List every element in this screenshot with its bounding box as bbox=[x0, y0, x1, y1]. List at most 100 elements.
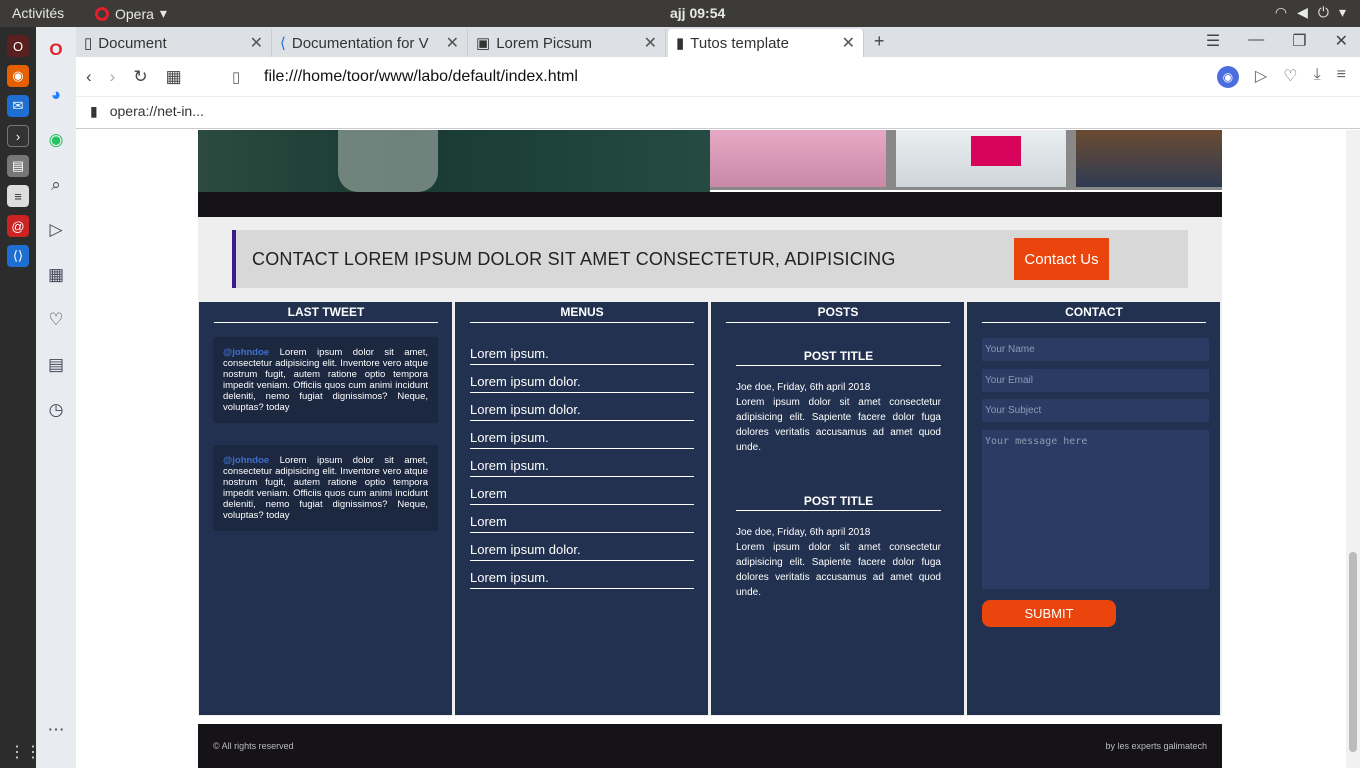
gallery-image[interactable] bbox=[1076, 130, 1222, 187]
close-icon[interactable]: ✕ bbox=[842, 33, 855, 53]
tab-label: Lorem Picsum bbox=[496, 34, 593, 52]
thunderbird-icon[interactable]: ✉ bbox=[7, 95, 29, 117]
whatsapp-icon[interactable]: ◉ bbox=[36, 117, 76, 162]
minimize-icon[interactable]: — bbox=[1248, 31, 1264, 51]
menu-link[interactable]: Lorem ipsum. bbox=[470, 346, 694, 365]
os-dock: O ◉ ✉ › ▤ ≡ @ ⟨⟩ ⋮⋮ bbox=[0, 27, 41, 768]
submit-button[interactable]: SUBMIT bbox=[982, 600, 1116, 627]
gallery-image[interactable] bbox=[710, 130, 886, 187]
speed-dial-icon[interactable]: ▦ bbox=[36, 252, 76, 297]
contact-us-button[interactable]: Contact Us bbox=[1014, 238, 1109, 280]
page-icon: ▮ bbox=[90, 103, 98, 119]
easy-setup-icon[interactable]: ≡ bbox=[1337, 66, 1346, 88]
message-field[interactable]: Your message here bbox=[982, 430, 1209, 589]
gallery-thumbnails bbox=[710, 130, 1222, 190]
close-icon[interactable]: ✕ bbox=[446, 33, 459, 53]
menu-link[interactable]: Lorem ipsum dolor. bbox=[470, 374, 694, 393]
new-tab-button[interactable]: + bbox=[874, 31, 885, 52]
menu-link[interactable]: Lorem ipsum dolor. bbox=[470, 542, 694, 561]
menu-link[interactable]: Lorem bbox=[470, 514, 694, 533]
post-item: POST TITLE Joe doe, Friday, 6th april 20… bbox=[736, 349, 941, 455]
credits-text: by les experts galimatech bbox=[1105, 741, 1207, 751]
column-title: MENUS bbox=[470, 305, 694, 323]
download-icon[interactable]: ⤓ bbox=[1314, 66, 1321, 88]
tab-menu-icon[interactable]: ☰ bbox=[1206, 31, 1220, 51]
tweet-handle[interactable]: @johndoe bbox=[223, 347, 269, 358]
name-field[interactable]: Your Name bbox=[982, 338, 1209, 361]
copyright-footer: © All rights reserved by les experts gal… bbox=[198, 724, 1222, 768]
forward-icon[interactable]: › bbox=[110, 67, 116, 87]
history-icon[interactable]: ◷ bbox=[36, 387, 76, 432]
app-name: Opera bbox=[115, 5, 154, 22]
image-icon: ▣ bbox=[476, 35, 491, 52]
tweet-handle[interactable]: @johndoe bbox=[223, 455, 269, 466]
menus-column: MENUS Lorem ipsum. Lorem ipsum dolor. Lo… bbox=[455, 302, 708, 715]
menu-link[interactable]: Lorem ipsum. bbox=[470, 570, 694, 589]
clock[interactable]: ajj 09:54 bbox=[670, 5, 725, 21]
post-title[interactable]: POST TITLE bbox=[736, 494, 941, 511]
vscode-icon: ⟨ bbox=[280, 35, 286, 52]
chevron-down-icon: ▾ bbox=[1338, 4, 1346, 20]
post-meta: Joe doe, Friday, 6th april 2018 bbox=[736, 527, 871, 538]
vscode-icon[interactable]: ⟨⟩ bbox=[7, 245, 29, 267]
text-editor-icon[interactable]: ≡ bbox=[7, 185, 29, 207]
email-field[interactable]: Your Email bbox=[982, 369, 1209, 392]
url-field[interactable]: file:///home/toor/www/labo/default/index… bbox=[264, 68, 578, 86]
terminal-icon[interactable]: › bbox=[7, 125, 29, 147]
bookmarks-bar: ▮ opera://net-in... bbox=[76, 97, 1360, 129]
maximize-icon[interactable]: ❐ bbox=[1292, 31, 1306, 51]
tab-label: Documentation for V bbox=[291, 34, 429, 52]
scrollbar[interactable] bbox=[1346, 130, 1360, 768]
messenger-icon[interactable]: ◕ bbox=[36, 72, 76, 117]
tab-documentation[interactable]: ⟨ Documentation for V ✕ bbox=[272, 29, 468, 57]
scrollbar-thumb[interactable] bbox=[1349, 552, 1357, 752]
bookmark-item[interactable]: ▮ opera://net-in... bbox=[90, 103, 204, 120]
system-tray[interactable]: ◠ ◀ ⏻ ▾ bbox=[1275, 4, 1346, 21]
news-icon[interactable]: ▤ bbox=[36, 342, 76, 387]
tab-document[interactable]: ▯ Document ✕ bbox=[76, 29, 272, 57]
close-window-icon[interactable]: ✕ bbox=[1335, 31, 1348, 51]
opera-icon[interactable]: O bbox=[7, 35, 29, 57]
subject-field[interactable]: Your Subject bbox=[982, 399, 1209, 422]
activities-button[interactable]: Activités bbox=[12, 5, 64, 21]
menu-link[interactable]: Lorem bbox=[470, 486, 694, 505]
menu-link[interactable]: Lorem ipsum. bbox=[470, 430, 694, 449]
tweet-card: @johndoe Lorem ipsum dolor sit amet, con… bbox=[213, 337, 438, 423]
volume-icon: ◀ bbox=[1297, 4, 1308, 20]
page-icon: ▯ bbox=[232, 69, 241, 86]
os-top-bar: Activités Opera ▾ ajj 09:54 ◠ ◀ ⏻ ▾ bbox=[0, 0, 1360, 27]
menu-link[interactable]: Lorem ipsum. bbox=[470, 458, 694, 477]
bookmark-label: opera://net-in... bbox=[109, 103, 204, 119]
close-icon[interactable]: ✕ bbox=[250, 33, 263, 53]
tab-bar: ▯ Document ✕ ⟨ Documentation for V ✕ ▣ Lorem … bbox=[76, 27, 1360, 57]
tabs-grid-icon[interactable]: ▦ bbox=[166, 67, 182, 87]
column-title: CONTACT bbox=[982, 305, 1206, 323]
app-menu[interactable]: Opera ▾ bbox=[95, 5, 167, 22]
close-icon[interactable]: ✕ bbox=[644, 33, 657, 53]
reload-icon[interactable]: ↻ bbox=[133, 67, 147, 87]
menu-link[interactable]: Lorem ipsum dolor. bbox=[470, 402, 694, 421]
opera-menu-icon[interactable]: O bbox=[36, 27, 76, 72]
more-icon[interactable]: ⋯ bbox=[36, 707, 76, 752]
send-icon[interactable]: ▷ bbox=[36, 207, 76, 252]
page-content: CONTACT LOREM IPSUM DOLOR SIT AMET CONSE… bbox=[198, 130, 1222, 768]
camera-icon[interactable]: ◉ bbox=[1216, 66, 1239, 88]
address-bar: ‹ › ↻ ▦ ▯ file:///home/toor/www/labo/defaul… bbox=[76, 57, 1360, 97]
search-icon[interactable]: ⌕ bbox=[36, 162, 76, 207]
heart-icon[interactable]: ♡ bbox=[1283, 66, 1297, 88]
gallery-image[interactable] bbox=[896, 130, 1066, 187]
heart-icon[interactable]: ♡ bbox=[36, 297, 76, 342]
tab-tutos-template[interactable]: ▮ Tutos template ✕ bbox=[668, 29, 864, 57]
mail-icon[interactable]: @ bbox=[7, 215, 29, 237]
post-body: Lorem ipsum dolor sit amet consectetur a… bbox=[736, 542, 941, 598]
back-icon[interactable]: ‹ bbox=[86, 67, 92, 87]
send-icon[interactable]: ▷ bbox=[1255, 66, 1267, 88]
files-icon[interactable]: ▤ bbox=[7, 155, 29, 177]
firefox-icon[interactable]: ◉ bbox=[7, 65, 29, 87]
document-icon: ▯ bbox=[84, 35, 93, 52]
post-title[interactable]: POST TITLE bbox=[736, 349, 941, 366]
post-body: Lorem ipsum dolor sit amet consectetur a… bbox=[736, 397, 941, 453]
power-icon: ⏻ bbox=[1317, 4, 1329, 20]
opera-sidebar: O ◕ ◉ ⌕ ▷ ▦ ♡ ▤ ◷ ⋯ bbox=[36, 27, 76, 768]
tab-lorem-picsum[interactable]: ▣ Lorem Picsum ✕ bbox=[468, 29, 666, 57]
